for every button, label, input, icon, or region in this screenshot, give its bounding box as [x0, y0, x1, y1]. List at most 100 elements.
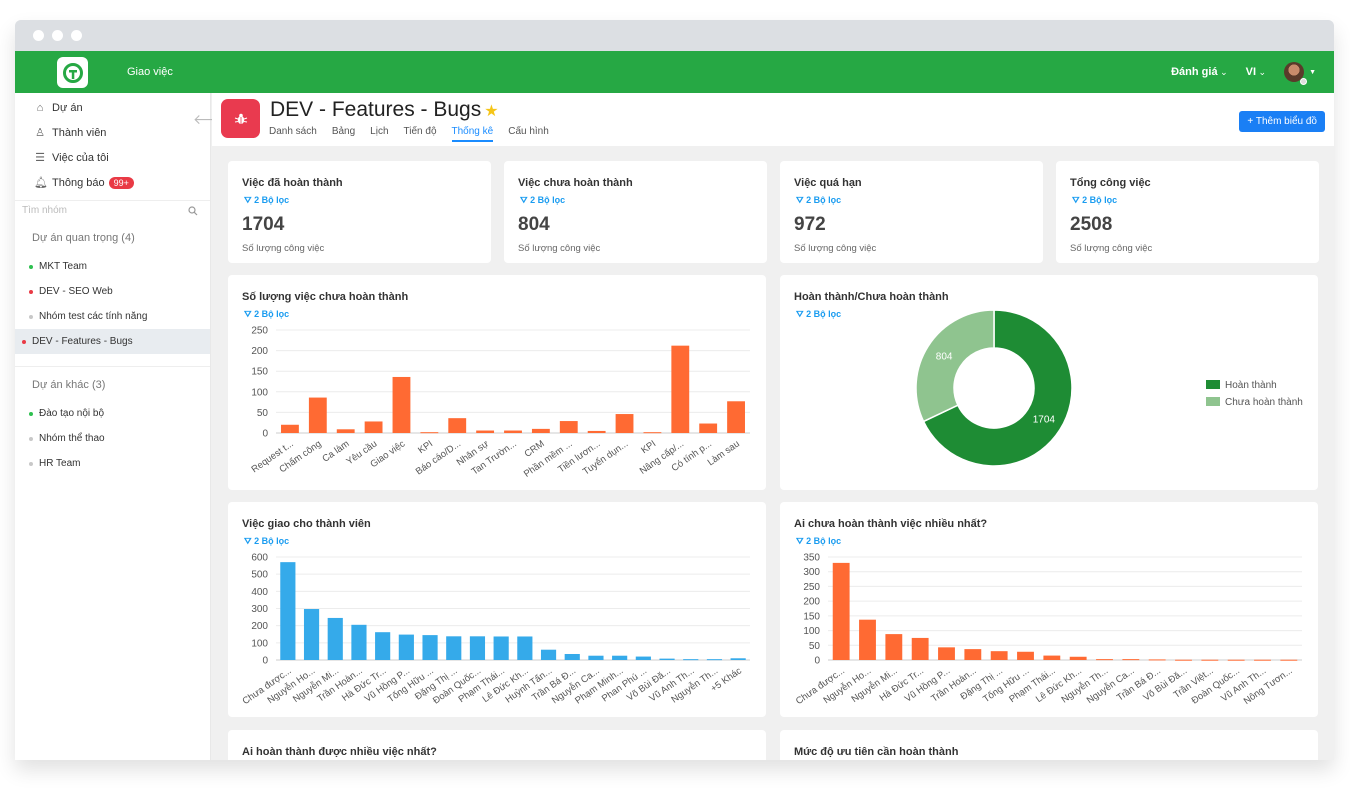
- project-item[interactable]: Nhóm thể thao: [15, 426, 210, 451]
- bar[interactable]: [392, 376, 411, 433]
- project-item[interactable]: Nhóm test các tính năng: [15, 304, 210, 329]
- kpi-title: Việc quá hạn: [794, 177, 862, 189]
- project-item[interactable]: DEV - Features - Bugs: [15, 329, 210, 354]
- project-item[interactable]: Đào tạo nội bộ: [15, 401, 210, 426]
- user-menu[interactable]: ▼: [1284, 62, 1316, 85]
- bar[interactable]: [540, 649, 557, 660]
- filter-link[interactable]: ⛛ 2 Bộ lọc: [796, 195, 841, 206]
- bar[interactable]: [351, 624, 367, 660]
- bar[interactable]: [280, 562, 296, 660]
- legend-label[interactable]: Chưa hoàn thành: [1225, 397, 1303, 408]
- bar[interactable]: [671, 345, 690, 433]
- bar[interactable]: [885, 634, 903, 660]
- kpi-card: Việc đã hoàn thành ⛛ 2 Bộ lọc 1704 Số lượng…: [228, 161, 491, 263]
- window-close-button[interactable]: [33, 30, 44, 41]
- project-item[interactable]: MKT Team: [15, 254, 210, 279]
- window-maximize-button[interactable]: [71, 30, 82, 41]
- bar[interactable]: [1069, 656, 1087, 660]
- bar[interactable]: [1227, 659, 1245, 661]
- project-group-title[interactable]: Dự án khác (3): [15, 367, 210, 401]
- star-icon[interactable]: ★: [484, 103, 498, 120]
- y-tick-label: 0: [262, 429, 268, 440]
- sidebar-item-3[interactable]: 🔔︎ Thông báo 99+: [15, 170, 210, 195]
- bar[interactable]: [559, 421, 578, 433]
- bar[interactable]: [990, 651, 1008, 660]
- project-group-title[interactable]: Dự án quan trọng (4): [15, 220, 210, 254]
- bar[interactable]: [1280, 659, 1298, 661]
- bar[interactable]: [422, 635, 438, 660]
- bar[interactable]: [859, 619, 876, 660]
- tab-3[interactable]: Tiến độ: [404, 126, 437, 142]
- bar[interactable]: [1096, 659, 1113, 661]
- tab-0[interactable]: Danh sách: [269, 126, 317, 142]
- bar[interactable]: [612, 655, 628, 660]
- donut-slice[interactable]: [915, 309, 995, 423]
- bar[interactable]: [727, 401, 745, 433]
- bar[interactable]: [364, 421, 383, 433]
- bar[interactable]: [420, 432, 439, 434]
- sidebar-item-1[interactable]: ♙ Thành viên: [15, 120, 210, 145]
- bar[interactable]: [699, 423, 718, 433]
- legend-swatch: [1206, 380, 1220, 389]
- filter-link[interactable]: ⛛ 2 Bộ lọc: [520, 195, 565, 206]
- add-chart-button[interactable]: + Thêm biểu đồ: [1239, 111, 1325, 132]
- filter-link[interactable]: ⛛ 2 Bộ lọc: [244, 195, 289, 206]
- bar[interactable]: [281, 424, 299, 433]
- legend-label[interactable]: Hoàn thành: [1225, 380, 1277, 391]
- sidebar-item-2[interactable]: ☰ Việc của tôi: [15, 145, 210, 170]
- bar[interactable]: [1175, 659, 1192, 661]
- bar[interactable]: [469, 636, 486, 660]
- language-dropdown[interactable]: VI ⌄: [1246, 66, 1266, 78]
- bar[interactable]: [398, 634, 414, 660]
- bar[interactable]: [476, 430, 495, 433]
- bar[interactable]: [615, 414, 634, 433]
- bar[interactable]: [1043, 655, 1061, 660]
- tab-5[interactable]: Cấu hình: [508, 126, 549, 142]
- nav-giao-viec[interactable]: Giao việc: [127, 51, 173, 93]
- bar[interactable]: [1254, 659, 1271, 661]
- donut-chart-completion: 1704 Hoàn thành 804 Chưa hoàn thành: [915, 309, 1303, 467]
- caret-down-icon: ▼: [1309, 68, 1316, 76]
- bar[interactable]: [504, 430, 522, 433]
- project-item[interactable]: HR Team: [15, 451, 210, 476]
- tab-4[interactable]: Thống kê: [451, 126, 494, 142]
- bar[interactable]: [1017, 651, 1034, 660]
- bar[interactable]: [375, 632, 391, 660]
- bar[interactable]: [964, 649, 982, 660]
- bar[interactable]: [1201, 659, 1219, 661]
- bar[interactable]: [683, 659, 699, 661]
- bar[interactable]: [911, 637, 929, 660]
- window-minimize-button[interactable]: [52, 30, 63, 41]
- group-search-input[interactable]: Tìm nhóm: [15, 200, 210, 220]
- bar[interactable]: [1148, 659, 1166, 661]
- bar[interactable]: [564, 653, 580, 660]
- bar[interactable]: [730, 658, 746, 660]
- bar[interactable]: [327, 617, 343, 660]
- bar[interactable]: [446, 636, 462, 660]
- bar-chart-assigned-tasks: 0100200300400500600Chưa được...Nguyễn Ho…: [241, 553, 750, 707]
- sidebar-item-0[interactable]: ⌂ Dự án: [15, 95, 210, 120]
- tab-2[interactable]: Lịch: [370, 126, 388, 142]
- project-item[interactable]: DEV - SEO Web: [15, 279, 210, 304]
- bar[interactable]: [643, 432, 662, 434]
- bar[interactable]: [635, 656, 651, 660]
- bar[interactable]: [938, 647, 955, 660]
- bar[interactable]: [517, 636, 533, 660]
- filter-link[interactable]: ⛛ 2 Bộ lọc: [1072, 195, 1117, 206]
- bar[interactable]: [706, 659, 723, 661]
- app-logo-icon[interactable]: [57, 57, 88, 88]
- bar[interactable]: [587, 430, 606, 433]
- rating-dropdown[interactable]: Đánh giá ⌄: [1171, 66, 1228, 78]
- bar[interactable]: [448, 418, 467, 433]
- y-tick-label: 200: [251, 346, 268, 357]
- bar[interactable]: [659, 658, 675, 660]
- bar[interactable]: [303, 609, 320, 660]
- bar[interactable]: [531, 428, 550, 433]
- bar[interactable]: [336, 429, 355, 433]
- bar[interactable]: [1122, 659, 1140, 661]
- bar[interactable]: [493, 636, 509, 660]
- tab-1[interactable]: Bảng: [332, 126, 355, 142]
- bar[interactable]: [308, 397, 327, 433]
- bar[interactable]: [588, 655, 604, 660]
- bar[interactable]: [832, 562, 850, 660]
